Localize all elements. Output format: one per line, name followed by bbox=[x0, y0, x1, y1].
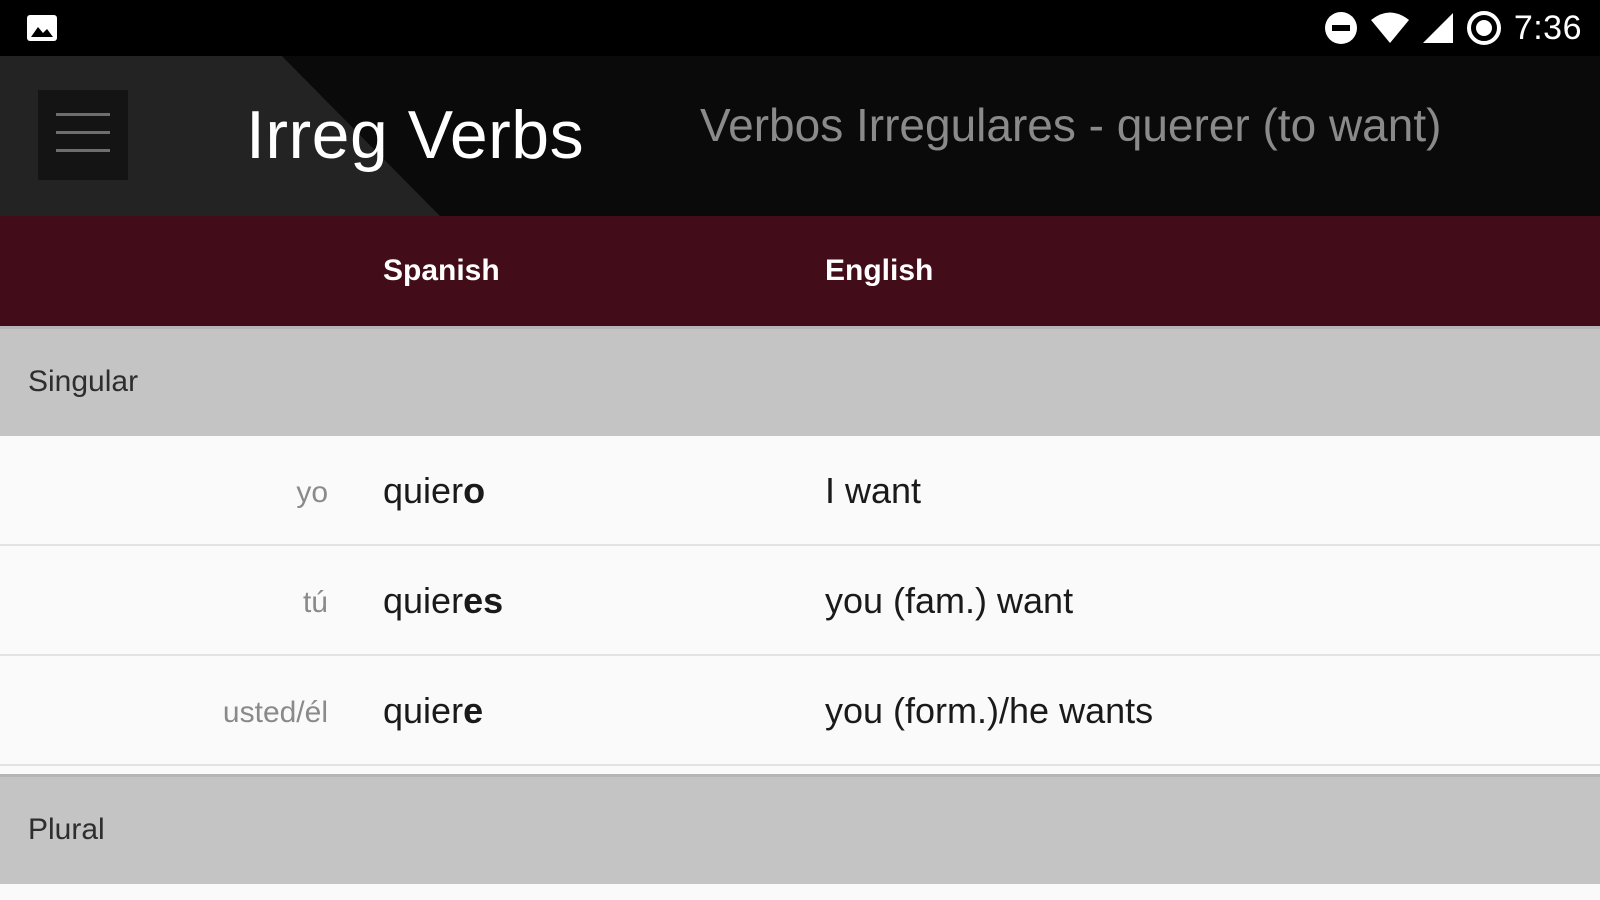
status-bar: 7:36 bbox=[0, 0, 1600, 56]
menu-button[interactable] bbox=[38, 90, 128, 180]
english-cell: you (fam.) want bbox=[825, 580, 1074, 621]
column-header-english: English bbox=[825, 254, 934, 287]
page-subtitle: Verbos Irregulares - querer (to want) bbox=[700, 99, 1442, 151]
spanish-cell: quiere bbox=[383, 690, 483, 732]
section-header-plural: Plural bbox=[0, 774, 1600, 884]
status-time: 7:36 bbox=[1513, 8, 1582, 47]
verb-stem: quier bbox=[383, 690, 464, 731]
data-saver-icon bbox=[1466, 10, 1502, 46]
section-label: Plural bbox=[28, 813, 105, 846]
hamburger-menu-icon bbox=[56, 111, 110, 160]
image-notification-icon bbox=[26, 14, 58, 42]
pronoun-cell: tú bbox=[302, 586, 328, 619]
table-row[interactable]: yo quiero I want bbox=[0, 436, 1600, 546]
table-header: Spanish English bbox=[0, 216, 1600, 326]
section-header-singular: Singular bbox=[0, 326, 1600, 436]
verb-ending: e bbox=[463, 690, 484, 731]
english-cell: I want bbox=[825, 470, 922, 511]
do-not-disturb-icon bbox=[1324, 11, 1358, 45]
table-row[interactable]: tú quieres you (fam.) want bbox=[0, 546, 1600, 656]
pronoun-cell: usted/él bbox=[222, 696, 328, 729]
spanish-cell: quieres bbox=[383, 580, 503, 622]
verb-ending: o bbox=[463, 470, 486, 511]
cell-signal-icon bbox=[1422, 12, 1454, 44]
spanish-cell: quiero bbox=[383, 470, 485, 512]
wifi-icon bbox=[1370, 11, 1410, 45]
status-icons: 7:36 bbox=[1324, 8, 1582, 48]
verb-stem: quier bbox=[383, 470, 464, 511]
app-title: Irreg Verbs bbox=[246, 97, 585, 173]
app-bar: Irreg Verbs Verbos Irregulares - querer … bbox=[0, 56, 1600, 216]
english-cell: you (form.)/he wants bbox=[825, 690, 1154, 731]
section-label: Singular bbox=[28, 365, 139, 398]
table-row[interactable]: usted/él quiere you (form.)/he wants bbox=[0, 656, 1600, 766]
verb-stem: quier bbox=[383, 580, 464, 621]
pronoun-cell: yo bbox=[296, 476, 328, 509]
verb-ending: es bbox=[463, 580, 504, 621]
column-header-spanish: Spanish bbox=[383, 254, 500, 287]
